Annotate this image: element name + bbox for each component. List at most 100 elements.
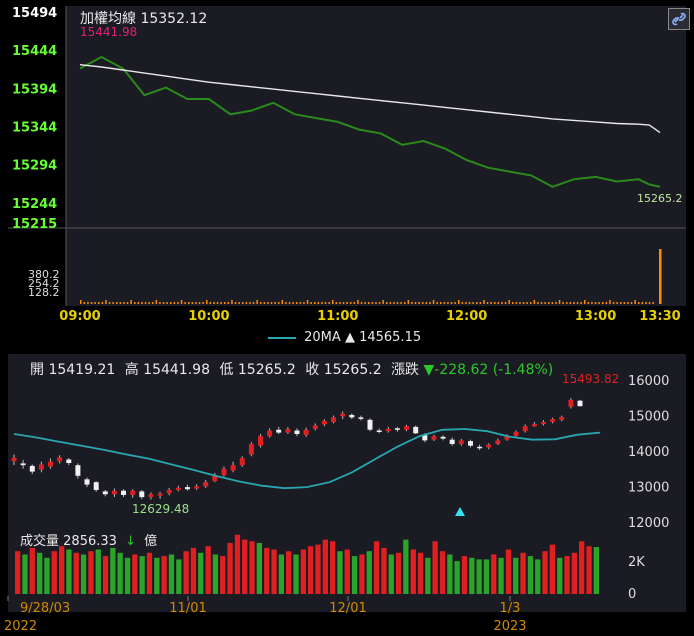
daily-volume-bar <box>351 556 358 594</box>
intraday-volume-bar <box>522 302 525 304</box>
volume-unit: 億 <box>144 534 158 549</box>
candle-body <box>75 465 81 476</box>
intraday-panel <box>66 6 686 306</box>
intraday-volume-bar <box>623 302 626 304</box>
intraday-chart: 15494154441539415344152941524415215 380.… <box>8 4 688 328</box>
intraday-volume-bar <box>234 302 237 304</box>
candle-body <box>230 465 236 471</box>
candle-body <box>340 413 346 417</box>
low-label: 低 <box>219 362 234 378</box>
intraday-volume-bar <box>195 302 197 304</box>
candle-body <box>559 417 565 420</box>
daily-volume-bar <box>315 544 321 594</box>
daily-volume-bar <box>249 541 255 594</box>
candle-body <box>29 465 35 472</box>
intraday-volume-bar <box>440 302 442 304</box>
daily-volume-bar <box>293 554 299 594</box>
intraday-volume-bar <box>101 302 104 304</box>
intraday-volume-bar <box>641 302 644 304</box>
intraday-time-label: 09:00 <box>59 309 100 324</box>
intraday-volume-bar <box>454 302 456 304</box>
daily-volume-bar <box>557 557 563 594</box>
candle-body <box>203 482 209 487</box>
daily-volume-bar <box>124 557 131 594</box>
candle-body <box>486 444 492 448</box>
intraday-volume-bar <box>314 302 316 304</box>
intraday-volume-bar <box>468 302 471 304</box>
intraday-volume-bar <box>447 302 449 304</box>
daily-volume-bar <box>586 546 592 594</box>
open-label: 開 <box>30 362 44 378</box>
intraday-volume-bar <box>627 302 629 304</box>
high-label: 高 <box>124 362 139 378</box>
intraday-volume-bar <box>418 302 420 304</box>
intraday-volume-bar <box>540 302 543 304</box>
intraday-volume-bar <box>602 302 604 304</box>
intraday-time-label: 12:00 <box>446 309 487 324</box>
intraday-volume-bar <box>98 302 100 304</box>
candle-body <box>367 419 373 430</box>
intraday-volume-bar <box>152 302 154 304</box>
daily-volume-bar <box>205 546 211 594</box>
daily-volume-bar <box>22 554 28 594</box>
intraday-volume-bar <box>450 302 453 304</box>
intraday-time-label: 13:00 <box>575 309 616 324</box>
candle-body <box>468 441 473 446</box>
daily-year-label: 2023 <box>493 619 526 634</box>
intraday-volume-bar <box>465 302 467 304</box>
intraday-volume-bar <box>252 302 255 304</box>
intraday-volume-bar <box>350 302 352 304</box>
candle-body <box>458 440 464 444</box>
intraday-volume-bar <box>479 302 482 304</box>
candle-body <box>550 419 556 422</box>
intraday-volume-bar <box>562 302 564 304</box>
candle-body <box>48 461 53 467</box>
daily-volume-bar <box>454 561 460 594</box>
link-button[interactable] <box>668 8 690 30</box>
link-icon <box>672 12 686 26</box>
intraday-volume-bar <box>425 302 428 304</box>
intraday-volume-bar <box>260 302 262 304</box>
daily-year-label: 2022 <box>4 619 37 634</box>
intraday-volume-bar <box>580 302 582 304</box>
candle-body <box>38 464 44 470</box>
intraday-volume-bar <box>202 302 204 304</box>
daily-volume-tick-label: 2K <box>628 555 645 570</box>
daily-volume-bar <box>535 559 541 594</box>
daily-volume-bar <box>469 557 475 594</box>
daily-date-label: 1/3 <box>500 601 521 616</box>
down-triangle-icon: ▼ <box>423 362 435 378</box>
intraday-volume-bar <box>306 300 309 304</box>
daily-volume-bar <box>256 542 262 594</box>
daily-volume-bar <box>322 539 328 594</box>
intraday-volume-bar <box>378 302 381 304</box>
candle-body <box>84 479 90 485</box>
daily-volume-bar <box>102 556 109 594</box>
candle-body <box>267 430 273 437</box>
daily-volume-bar <box>432 541 438 594</box>
volume-value: 2856.33 <box>63 534 117 549</box>
daily-volume-bar <box>154 557 160 594</box>
daily-volume-bar <box>234 534 241 594</box>
intraday-y-tick-label: 15444 <box>12 44 57 59</box>
intraday-volume-bar <box>159 302 161 304</box>
daily-volume-bar <box>110 547 116 594</box>
daily-volume-bar <box>439 551 446 594</box>
daily-volume-bar <box>337 551 343 594</box>
candle-body <box>130 490 136 495</box>
intraday-volume-bar <box>443 302 446 304</box>
intraday-volume-bar <box>382 300 384 304</box>
daily-volume-bar <box>271 549 277 594</box>
down-arrow-icon: ↓ <box>125 534 136 549</box>
daily-volume-bar <box>549 544 555 594</box>
intraday-volume-bar <box>177 302 179 304</box>
intraday-volume-bar <box>278 302 280 304</box>
intraday-volume-bar <box>436 302 438 304</box>
intraday-volume-bar <box>353 302 356 304</box>
intraday-volume-bar <box>245 302 248 304</box>
daily-volume-bar <box>183 551 189 594</box>
ma-legend-value: 14565.15 <box>359 330 422 345</box>
daily-volume-bar <box>190 547 197 594</box>
intraday-volume-bar <box>263 302 266 304</box>
daily-volume-bar <box>542 551 548 594</box>
